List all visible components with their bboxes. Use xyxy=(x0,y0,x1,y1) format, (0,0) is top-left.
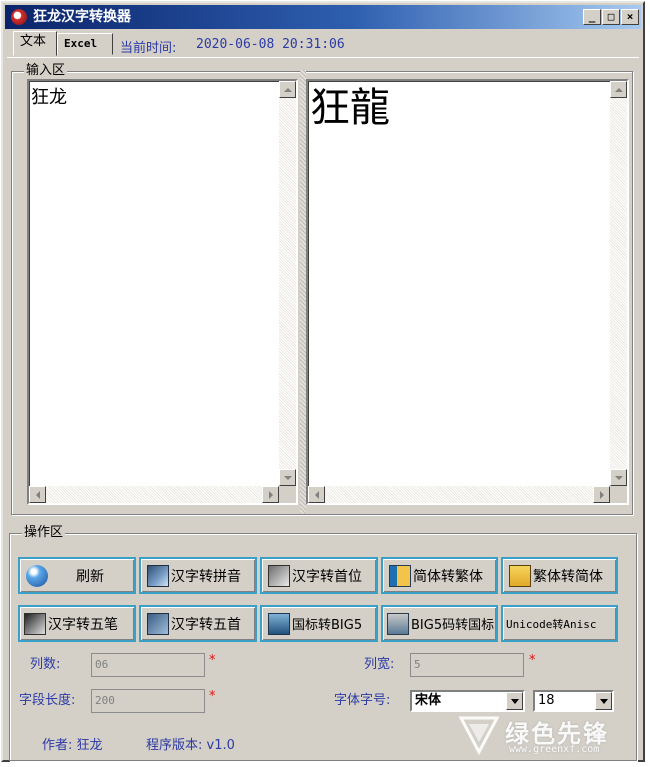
result-horizontal-scrollbar[interactable] xyxy=(308,486,610,503)
scroll-up-arrow-icon[interactable] xyxy=(279,81,296,98)
gb-to-big5-button[interactable]: 国标转BIG5 xyxy=(260,605,378,642)
initials-button[interactable]: 汉字转首位 xyxy=(260,557,378,594)
source-vertical-scrollbar[interactable] xyxy=(279,81,296,486)
unicode-to-ansi-button[interactable]: Unicode转Anisc xyxy=(501,605,618,642)
refresh-button[interactable]: 刷新 xyxy=(18,557,136,594)
big5-to-gb-icon xyxy=(387,612,409,635)
pinyin-icon xyxy=(147,564,169,587)
initials-icon xyxy=(268,564,290,587)
font-label: 字体字号: xyxy=(334,693,391,708)
input-area-legend: 输入区 xyxy=(24,63,68,79)
current-time-value: 2020-06-08 20:31:06 xyxy=(196,37,345,52)
simplified-to-traditional-icon xyxy=(389,564,411,587)
traditional-to-simplified-icon xyxy=(509,564,531,587)
required-mark: * xyxy=(529,653,536,668)
tab-panel-border xyxy=(7,57,639,58)
minimize-button[interactable]: _ xyxy=(583,9,601,25)
scroll-right-arrow-icon[interactable] xyxy=(262,486,279,503)
result-text: 狂龍 xyxy=(310,85,390,131)
result-text-area[interactable]: 狂龍 xyxy=(306,79,629,505)
wushou-icon xyxy=(147,612,169,635)
tab-text[interactable]: 文本 xyxy=(13,31,57,56)
simplified-to-traditional-button[interactable]: 简体转繁体 xyxy=(381,557,498,594)
field-length-label: 字段长度: xyxy=(19,693,76,708)
scroll-down-arrow-icon[interactable] xyxy=(279,469,296,486)
current-time-label: 当前时间: xyxy=(120,41,177,56)
font-size-select[interactable]: 18 xyxy=(533,690,614,712)
refresh-icon xyxy=(26,564,48,587)
columns-field[interactable]: 06 xyxy=(91,653,205,677)
wushou-button[interactable]: 汉字转五首 xyxy=(139,605,257,642)
maximize-button[interactable]: □ xyxy=(602,9,620,25)
version-label: 程序版本: v1.0 xyxy=(146,738,235,753)
result-vertical-scrollbar[interactable] xyxy=(610,81,627,486)
source-text-area[interactable]: 狂龙 xyxy=(27,79,298,505)
scroll-left-arrow-icon[interactable] xyxy=(308,486,325,503)
source-horizontal-scrollbar[interactable] xyxy=(29,486,279,503)
source-text: 狂龙 xyxy=(31,87,67,108)
font-size-value: 18 xyxy=(538,693,555,708)
big5-to-gb-button[interactable]: BIG5码转国标 xyxy=(381,605,498,642)
tab-excel[interactable]: Excel xyxy=(57,33,113,55)
window-title: 狂龙汉字转换器 xyxy=(33,9,131,25)
close-button[interactable]: × xyxy=(621,9,639,25)
columns-label: 列数: xyxy=(30,657,61,672)
chevron-down-icon[interactable] xyxy=(506,692,523,710)
required-mark: * xyxy=(209,689,216,704)
chevron-down-icon[interactable] xyxy=(595,692,612,710)
column-width-label: 列宽: xyxy=(364,657,395,672)
title-bar[interactable]: 狂龙汉字转换器 _ □ × xyxy=(5,5,641,29)
wubi-button[interactable]: 汉字转五笔 xyxy=(18,605,136,642)
scroll-right-arrow-icon[interactable] xyxy=(593,486,610,503)
app-logo-icon xyxy=(11,9,27,25)
main-window: 狂龙汉字转换器 _ □ × 文本 Excel 当前时间: 2020-06-08 … xyxy=(1,1,645,762)
watermark-url: www.greenxf.com xyxy=(509,744,600,755)
wubi-icon xyxy=(24,612,46,635)
scroll-left-arrow-icon[interactable] xyxy=(29,486,46,503)
gb-to-big5-icon xyxy=(268,612,290,635)
watermark: 绿色先锋 www.greenxf.com xyxy=(457,710,647,762)
field-length-field[interactable]: 200 xyxy=(91,689,205,713)
traditional-to-simplified-button[interactable]: 繁体转简体 xyxy=(501,557,618,594)
scroll-up-arrow-icon[interactable] xyxy=(610,81,627,98)
author-label: 作者: 狂龙 xyxy=(42,738,103,753)
column-width-field[interactable]: 5 xyxy=(410,653,524,677)
font-name-select[interactable]: 宋体 xyxy=(410,690,525,712)
required-mark: * xyxy=(209,653,216,668)
watermark-logo-icon xyxy=(458,716,500,756)
font-name-value: 宋体 xyxy=(415,693,442,708)
operation-area-legend: 操作区 xyxy=(22,525,66,541)
scroll-down-arrow-icon[interactable] xyxy=(610,469,627,486)
pinyin-button[interactable]: 汉字转拼音 xyxy=(139,557,257,594)
